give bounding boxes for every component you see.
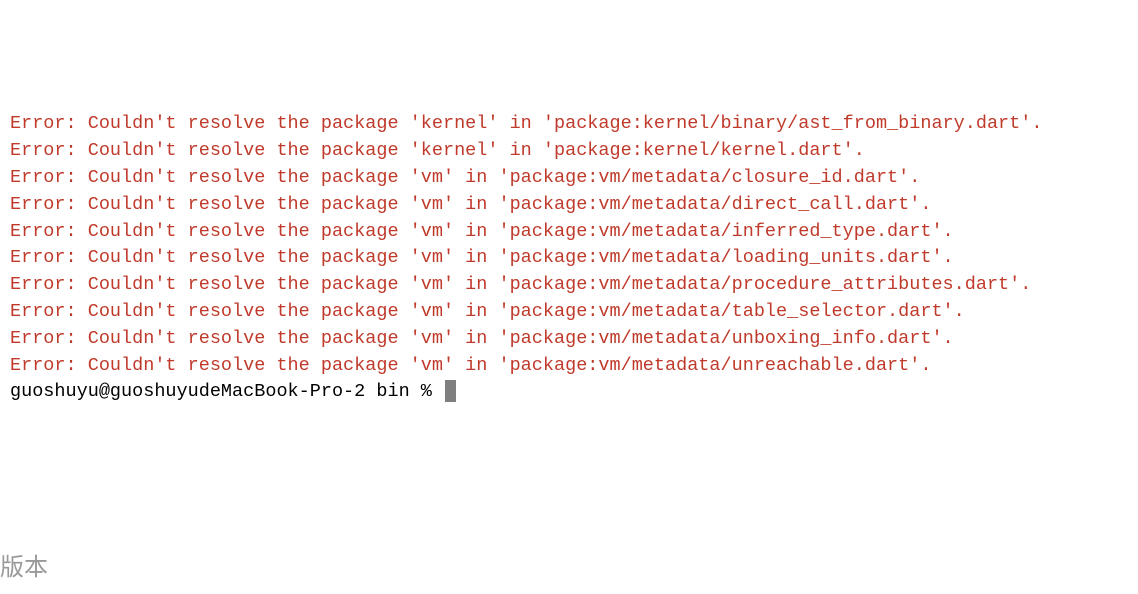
- error-line: Error: Couldn't resolve the package 'vm'…: [10, 194, 931, 215]
- error-line: Error: Couldn't resolve the package 'vm'…: [10, 167, 920, 188]
- error-line: Error: Couldn't resolve the package 'vm'…: [10, 247, 954, 268]
- cursor-icon: [445, 380, 456, 402]
- error-line: Error: Couldn't resolve the package 'vm'…: [10, 301, 965, 322]
- error-line: Error: Couldn't resolve the package 'vm'…: [10, 355, 931, 376]
- shell-prompt: guoshuyu@guoshuyudeMacBook-Pro-2 bin %: [10, 381, 443, 402]
- error-line: Error: Couldn't resolve the package 'vm'…: [10, 274, 1031, 295]
- error-line: Error: Couldn't resolve the package 'vm'…: [10, 221, 954, 242]
- error-line: Error: Couldn't resolve the package 'ker…: [10, 140, 865, 161]
- error-line: Error: Couldn't resolve the package 'ker…: [10, 113, 1042, 134]
- error-line: Error: Couldn't resolve the package 'vm'…: [10, 328, 954, 349]
- terminal-output[interactable]: Error: Couldn't resolve the package 'ker…: [10, 111, 1128, 406]
- background-text: 版本: [0, 551, 48, 586]
